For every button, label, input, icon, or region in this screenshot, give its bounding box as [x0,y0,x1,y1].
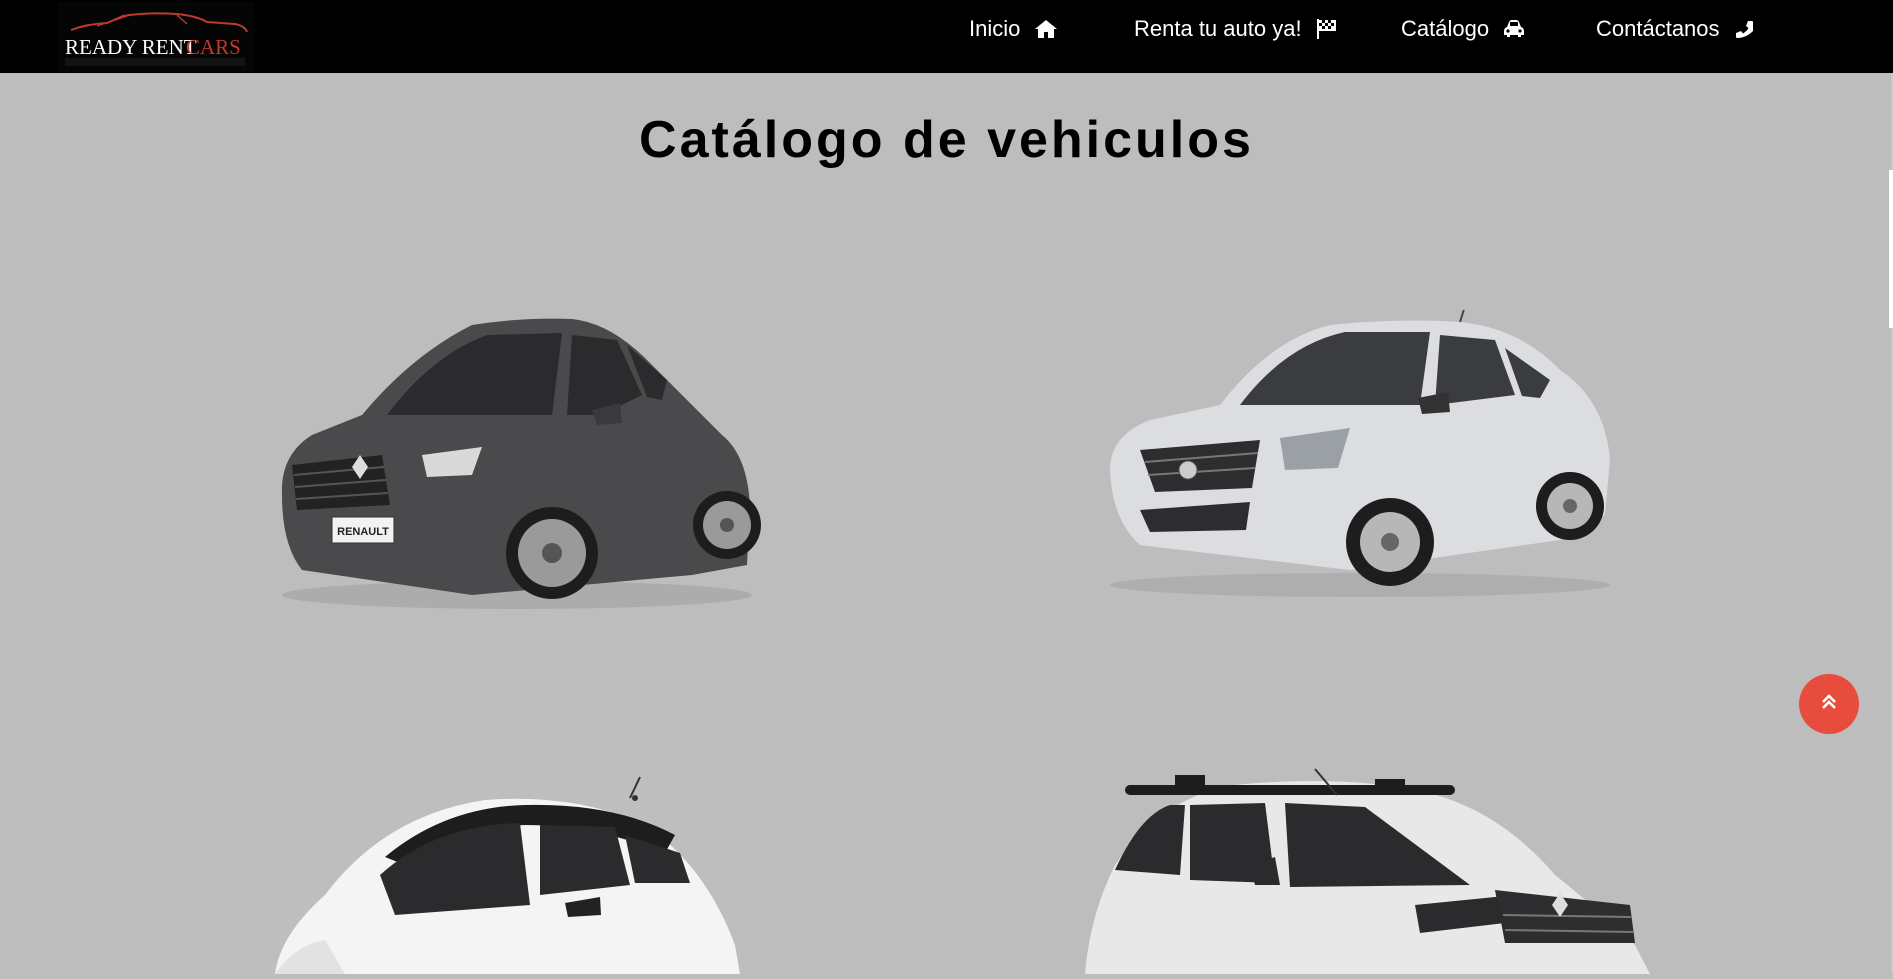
car-icon [1503,19,1525,39]
nav-label-renta: Renta tu auto ya! [1134,16,1302,41]
nav-item-contactanos[interactable]: Contáctanos [1596,16,1754,42]
nav-item-renta[interactable]: Renta tu auto ya! [1134,16,1338,42]
nav-links: Inicio Renta tu auto ya! Catálogo Contác… [0,0,1893,61]
home-icon [1034,19,1058,39]
checkered-flag-icon [1316,18,1338,40]
double-chevron-up-icon [1820,693,1838,716]
nav-label-catalogo: Catálogo [1401,16,1490,41]
nav-item-catalogo[interactable]: Catálogo [1401,16,1525,42]
navbar: READY RENT CARS Inicio Renta tu auto ya! [0,0,1893,73]
car-image-renault-sedan[interactable]: RENAULT [272,305,762,620]
page-title: Catálogo de vehiculos [639,111,1254,169]
nav-item-inicio[interactable]: Inicio [969,16,1058,42]
nav-label-inicio: Inicio [969,16,1021,41]
scrollbar-thumb[interactable] [1889,170,1893,328]
car-image-renault-suv[interactable] [1075,765,1655,979]
plate-badge: RENAULT [337,526,389,538]
car-image-nissan-hatchback[interactable] [235,765,755,979]
car-image-nissan-sedan[interactable] [1100,305,1620,605]
back-to-top-button[interactable] [1799,674,1859,734]
phone-icon [1734,19,1754,39]
nav-label-contactanos: Contáctanos [1596,16,1720,41]
